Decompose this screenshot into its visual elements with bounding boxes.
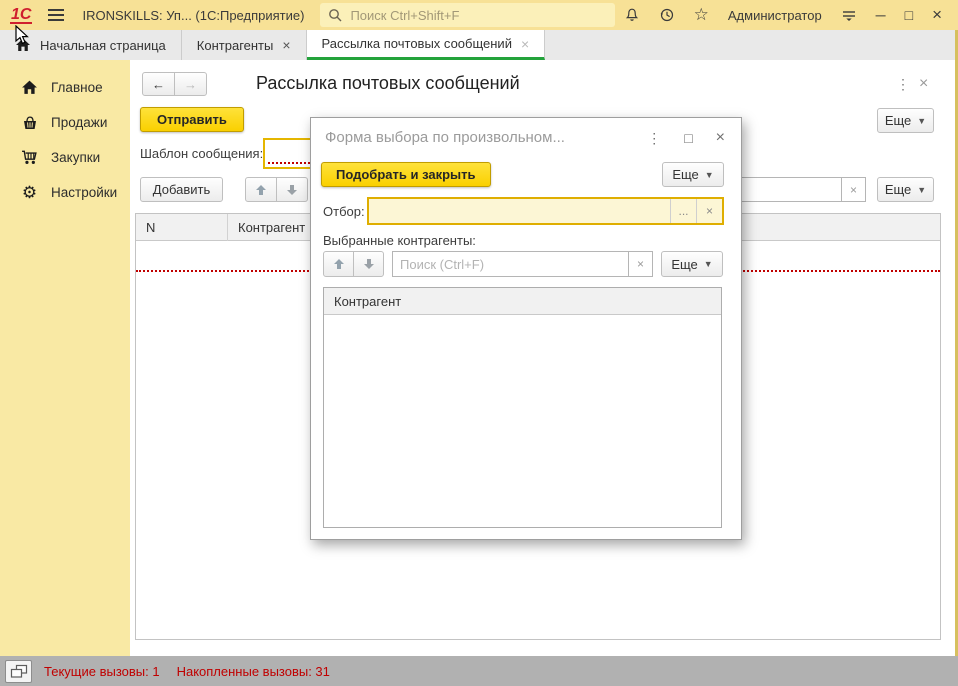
- move-down-button[interactable]: [353, 251, 384, 277]
- row-move-buttons: [245, 177, 308, 202]
- history-icon[interactable]: [659, 7, 675, 23]
- close-form-icon[interactable]: ×: [919, 75, 928, 93]
- app-title: IRONSKILLS: Уп... (1С:Предприятие): [82, 8, 304, 23]
- 1c-logo: 1С: [10, 7, 32, 24]
- add-button[interactable]: Добавить: [140, 177, 223, 202]
- more-actions-dots-icon[interactable]: ⋮: [647, 130, 661, 147]
- search-icon: [328, 8, 342, 22]
- filter-label: Отбор:: [323, 204, 365, 219]
- column-counterparty[interactable]: Контрагент: [228, 214, 305, 241]
- close-tab-icon[interactable]: ×: [282, 39, 290, 51]
- more-button-list[interactable]: Еще ▼: [877, 177, 934, 202]
- close-tab-icon[interactable]: ×: [521, 38, 529, 50]
- cart-icon: [21, 149, 38, 166]
- navigation-arrows: ← →: [142, 72, 207, 96]
- dialog-toolbar: × Еще ▼: [323, 251, 723, 277]
- sidebar-item-label: Закупки: [51, 150, 100, 165]
- home-icon: [15, 37, 31, 53]
- chevron-down-icon: ▼: [917, 116, 926, 126]
- more-button-top[interactable]: Еще ▼: [877, 108, 934, 133]
- notifications-bell-icon[interactable]: [624, 7, 640, 23]
- sidebar: Главное Продажи Закупки ⚙ Настройки: [0, 60, 130, 656]
- chevron-down-icon: ▼: [704, 259, 713, 269]
- close-window-button[interactable]: ×: [932, 8, 942, 22]
- tab-label: Рассылка почтовых сообщений: [322, 36, 512, 51]
- performance-indicator-button[interactable]: [5, 660, 32, 683]
- sidebar-item-nastroyki[interactable]: ⚙ Настройки: [0, 175, 130, 210]
- sidebar-item-label: Настройки: [51, 185, 117, 200]
- user-name[interactable]: Администратор: [728, 8, 822, 23]
- more-label: Еще: [671, 257, 697, 272]
- tab-bar: Начальная страница Контрагенты × Рассылк…: [0, 30, 958, 60]
- maximize-dialog-icon[interactable]: □: [684, 130, 692, 146]
- more-actions-dots-icon[interactable]: ⋮: [896, 76, 910, 93]
- pick-and-close-button[interactable]: Подобрать и закрыть: [321, 162, 491, 187]
- tab-label: Начальная страница: [40, 38, 166, 53]
- close-dialog-icon[interactable]: ×: [716, 129, 725, 147]
- sidebar-item-prodazhi[interactable]: Продажи: [0, 105, 130, 140]
- choose-ellipsis-button[interactable]: ...: [670, 199, 696, 223]
- dialog-title: Форма выбора по произвольном...: [325, 129, 640, 146]
- filter-field[interactable]: ... ×: [367, 197, 724, 225]
- table-header: Контрагент: [324, 288, 721, 315]
- selected-counterparties-table: Контрагент: [323, 287, 722, 528]
- template-label: Шаблон сообщения:: [140, 146, 263, 161]
- sidebar-item-glavnoe[interactable]: Главное: [0, 70, 130, 105]
- selection-dialog: Форма выбора по произвольном... ⋮ □ × По…: [310, 117, 742, 540]
- more-label: Еще: [885, 113, 911, 128]
- move-up-button[interactable]: [323, 251, 354, 277]
- tab-rassylka-active[interactable]: Рассылка почтовых сообщений ×: [307, 30, 546, 60]
- gear-icon: ⚙: [21, 184, 38, 201]
- sidebar-item-label: Продажи: [51, 115, 107, 130]
- column-n[interactable]: N: [136, 214, 228, 241]
- tab-label: Контрагенты: [197, 38, 274, 53]
- dialog-window-controls: ⋮ □ ×: [647, 129, 725, 147]
- global-search[interactable]: [320, 3, 615, 27]
- tab-kontragenty[interactable]: Контрагенты ×: [182, 30, 307, 60]
- chevron-down-icon: ▼: [917, 185, 926, 195]
- maximize-button[interactable]: □: [905, 8, 913, 22]
- column-counterparty[interactable]: Контрагент: [324, 288, 401, 315]
- dialog-list-more-button[interactable]: Еще ▼: [661, 251, 723, 277]
- clear-search-icon[interactable]: ×: [841, 177, 866, 202]
- current-calls-counter: Текущие вызовы: 1: [44, 664, 160, 679]
- clear-search-icon[interactable]: ×: [628, 251, 653, 277]
- forward-button[interactable]: →: [174, 72, 207, 96]
- sidebar-item-zakupki[interactable]: Закупки: [0, 140, 130, 175]
- titlebar: 1С IRONSKILLS: Уп... (1С:Предприятие) ☆ …: [0, 0, 958, 30]
- dialog-more-button[interactable]: Еще ▼: [662, 162, 724, 187]
- back-button[interactable]: ←: [142, 72, 175, 96]
- selected-counterparties-label: Выбранные контрагенты:: [323, 233, 476, 248]
- tab-home-page[interactable]: Начальная страница: [0, 30, 182, 60]
- app-window: 1С IRONSKILLS: Уп... (1С:Предприятие) ☆ …: [0, 0, 958, 686]
- hamburger-menu-icon[interactable]: [48, 9, 64, 21]
- service-menu-icon[interactable]: [841, 7, 857, 23]
- clear-filter-icon[interactable]: ×: [696, 199, 722, 223]
- chevron-down-icon: ▼: [705, 170, 714, 180]
- move-up-button[interactable]: [245, 177, 277, 202]
- status-bar: Текущие вызовы: 1 Накопленные вызовы: 31: [0, 656, 958, 686]
- more-label: Еще: [885, 182, 911, 197]
- move-down-button[interactable]: [276, 177, 308, 202]
- dialog-search-input[interactable]: [392, 251, 629, 277]
- windows-overlap-icon: [10, 664, 28, 679]
- basket-icon: [21, 115, 38, 131]
- minimize-button[interactable]: ─: [876, 8, 886, 22]
- favorites-star-icon[interactable]: ☆: [694, 8, 709, 22]
- more-label: Еще: [672, 167, 698, 182]
- sidebar-item-label: Главное: [51, 80, 103, 95]
- page-title: Рассылка почтовых сообщений: [256, 73, 520, 94]
- home-icon: [21, 79, 38, 96]
- send-button[interactable]: Отправить: [140, 107, 244, 132]
- dialog-search: ×: [392, 251, 653, 277]
- accumulated-calls-counter: Накопленные вызовы: 31: [177, 664, 330, 679]
- row-move-buttons: [323, 251, 384, 277]
- global-search-input[interactable]: [348, 7, 607, 24]
